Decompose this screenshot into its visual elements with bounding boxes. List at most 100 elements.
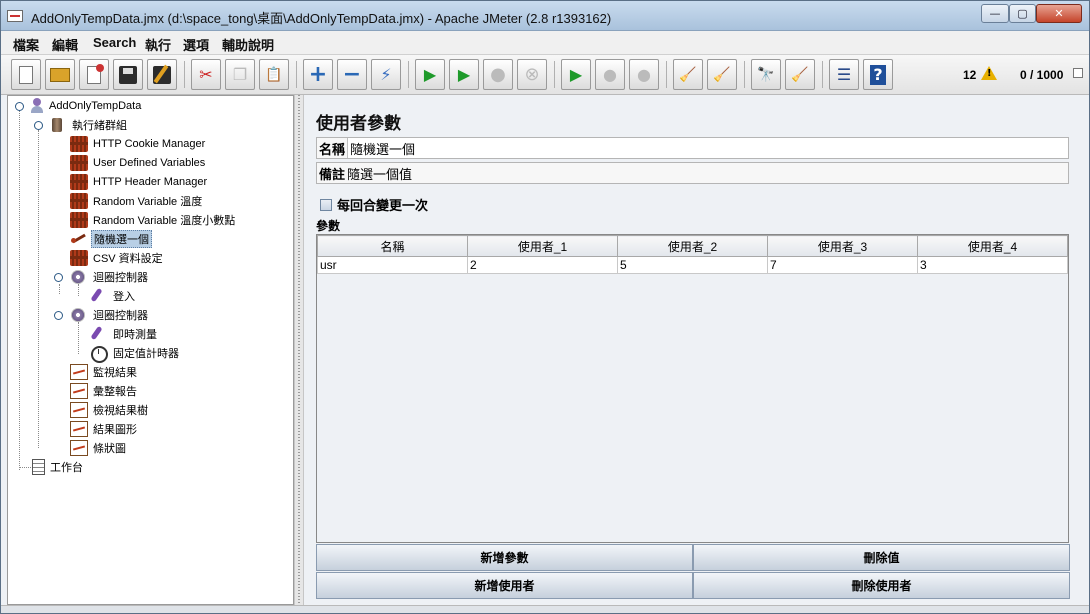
menu-options[interactable]: 選項 xyxy=(183,35,209,54)
reset-search-icon[interactable]: 🧹 xyxy=(785,59,815,90)
add-parameter-button[interactable]: 新增參數 xyxy=(316,544,693,571)
column-header[interactable]: 使用者_2 xyxy=(617,235,768,257)
pane-splitter[interactable] xyxy=(294,95,304,605)
start-icon[interactable]: ▶ xyxy=(415,59,445,90)
listener-icon xyxy=(70,402,88,418)
tree-node-loop-controller-1[interactable]: 迴圈控制器 xyxy=(70,268,150,286)
maximize-button[interactable]: ▢ xyxy=(1009,4,1036,23)
column-header[interactable]: 名稱 xyxy=(317,235,468,257)
tree-node-random-variable-temp[interactable]: Random Variable 溫度 xyxy=(70,192,204,210)
stop-icon[interactable]: ● xyxy=(483,59,513,90)
clear-all-icon[interactable]: 🧹 xyxy=(707,59,737,90)
tree-node-label: 工作台 xyxy=(50,462,83,474)
tree-node-user-defined-variables[interactable]: User Defined Variables xyxy=(70,154,207,172)
shutdown-icon[interactable]: ⊗ xyxy=(517,59,547,90)
tree-node-login-sampler[interactable]: 登入 xyxy=(90,287,137,305)
search-icon[interactable]: 🔭 xyxy=(751,59,781,90)
warning-icon[interactable] xyxy=(981,66,997,80)
open-icon[interactable] xyxy=(45,59,75,90)
menu-edit[interactable]: 編輯 xyxy=(52,35,78,54)
save-shape xyxy=(119,65,137,84)
help-icon[interactable]: ? xyxy=(863,59,893,90)
tree-node-csv-data-set[interactable]: CSV 資料設定 xyxy=(70,249,165,267)
minimize-button[interactable]: — xyxy=(981,4,1009,23)
menu-file[interactable]: 檔案 xyxy=(13,35,39,54)
thread-status: 0 / 1000 xyxy=(1020,68,1064,82)
tree-node-label: Random Variable 溫度 xyxy=(93,196,203,208)
tree-expander[interactable] xyxy=(15,102,24,111)
cut-icon[interactable]: ✂ xyxy=(191,59,221,90)
new-shape xyxy=(19,65,33,84)
tree-node-listener-bar-chart[interactable]: 條狀圖 xyxy=(70,439,128,457)
save-as-icon[interactable] xyxy=(147,59,177,90)
function-helper-icon[interactable]: ☰ xyxy=(829,59,859,90)
test-plan-tree[interactable]: AddOnlyTempData 執行緒群組 HTTP Cookie Manage… xyxy=(7,95,294,605)
close-button[interactable]: ✕ xyxy=(1036,4,1082,23)
tree-expander[interactable] xyxy=(34,121,43,130)
title-bar: AddOnlyTempData.jmx (d:\space_tong\桌面\Ad… xyxy=(1,1,1089,31)
tree-node-random-variable-decimal[interactable]: Random Variable 溫度小數點 xyxy=(70,211,237,229)
tree-expander[interactable] xyxy=(54,273,63,282)
per-iteration-option[interactable]: 每回合變更一次 xyxy=(320,195,428,214)
tree-node-http-header-manager[interactable]: HTTP Header Manager xyxy=(70,173,209,191)
tree-node-loop-controller-2[interactable]: 迴圈控制器 xyxy=(70,306,150,324)
tree-node-label: 迴圈控制器 xyxy=(93,310,148,322)
delete-user-button[interactable]: 刪除使用者 xyxy=(693,572,1070,599)
tree-node-listener-graph[interactable]: 結果圖形 xyxy=(70,420,139,438)
paste-icon[interactable]: 📋 xyxy=(259,59,289,90)
table-header-row: 名稱 使用者_1 使用者_2 使用者_3 使用者_4 xyxy=(317,235,1068,257)
column-header[interactable]: 使用者_4 xyxy=(917,235,1068,257)
start-no-pause-icon[interactable]: ▶ xyxy=(449,59,479,90)
sampler-icon xyxy=(90,326,108,342)
table-cell[interactable]: 5 xyxy=(617,256,768,274)
tree-node-constant-timer[interactable]: 固定值計時器 xyxy=(90,344,181,363)
tree-node-test-plan[interactable]: AddOnlyTempData xyxy=(30,97,143,115)
tree-connector xyxy=(19,110,20,470)
tree-node-listener-aggregate[interactable]: 彙整報告 xyxy=(70,382,139,400)
tree-node-realtime-sampler[interactable]: 即時測量 xyxy=(90,325,159,343)
column-header[interactable]: 使用者_3 xyxy=(767,235,918,257)
new-icon[interactable] xyxy=(11,59,41,90)
table-cell[interactable]: usr xyxy=(317,256,468,274)
table-row[interactable]: usr 2 5 7 3 xyxy=(317,256,1068,274)
menu-search[interactable]: Search xyxy=(93,35,136,50)
per-iteration-checkbox[interactable] xyxy=(320,198,332,211)
menu-run[interactable]: 執行 xyxy=(145,35,171,54)
table-cell[interactable]: 2 xyxy=(467,256,618,274)
name-input[interactable] xyxy=(347,138,1068,158)
comment-input[interactable] xyxy=(345,163,1068,183)
listener-icon xyxy=(70,364,88,380)
clear-icon[interactable]: 🧹 xyxy=(673,59,703,90)
add-user-button[interactable]: 新增使用者 xyxy=(316,572,693,599)
remote-shutdown-icon[interactable]: ● xyxy=(629,59,659,90)
table-cell[interactable]: 3 xyxy=(917,256,1068,274)
tree-node-listener-results-tree[interactable]: 檢視結果樹 xyxy=(70,401,150,419)
tree-node-label: 條狀圖 xyxy=(93,443,126,455)
tree-node-thread-group[interactable]: 執行緒群組 xyxy=(49,116,129,134)
timer-icon xyxy=(90,345,108,363)
tree-expander[interactable] xyxy=(54,311,63,320)
comment-label: 備註 xyxy=(319,166,346,182)
table-cell[interactable]: 7 xyxy=(767,256,918,274)
copy-icon[interactable]: ❐ xyxy=(225,59,255,90)
remote-stop-icon[interactable]: ● xyxy=(595,59,625,90)
tree-node-http-cookie-manager[interactable]: HTTP Cookie Manager xyxy=(70,135,207,153)
tree-node-listener-monitor[interactable]: 監視結果 xyxy=(70,363,139,381)
column-header[interactable]: 使用者_1 xyxy=(467,235,618,257)
tree-node-workbench[interactable]: 工作台 xyxy=(32,458,85,476)
toolbar: ✂ ❐ 📋 + − ⚡ ▶ ▶ ● ⊗ ▶ ● ● 🧹 🧹 🔭 🧹 ☰ ? 12… xyxy=(1,55,1089,95)
tree-node-label: 執行緒群組 xyxy=(72,120,127,132)
save-icon[interactable] xyxy=(113,59,143,90)
remote-start-icon[interactable]: ▶ xyxy=(561,59,591,90)
delete-value-button[interactable]: 刪除值 xyxy=(693,544,1070,571)
tree-node-random-choice[interactable]: 隨機選一個 xyxy=(70,230,152,248)
menu-help[interactable]: 輔助說明 xyxy=(222,35,274,54)
test-plan-icon xyxy=(30,98,44,114)
toggle-icon[interactable]: ⚡ xyxy=(371,59,401,90)
save-shape-label xyxy=(123,67,133,74)
close-file-icon[interactable] xyxy=(79,59,109,90)
parameters-table[interactable]: 名稱 使用者_1 使用者_2 使用者_3 使用者_4 usr 2 5 7 3 xyxy=(316,234,1069,543)
listener-icon xyxy=(70,383,88,399)
collapse-icon[interactable]: − xyxy=(337,59,367,90)
expand-icon[interactable]: + xyxy=(303,59,333,90)
